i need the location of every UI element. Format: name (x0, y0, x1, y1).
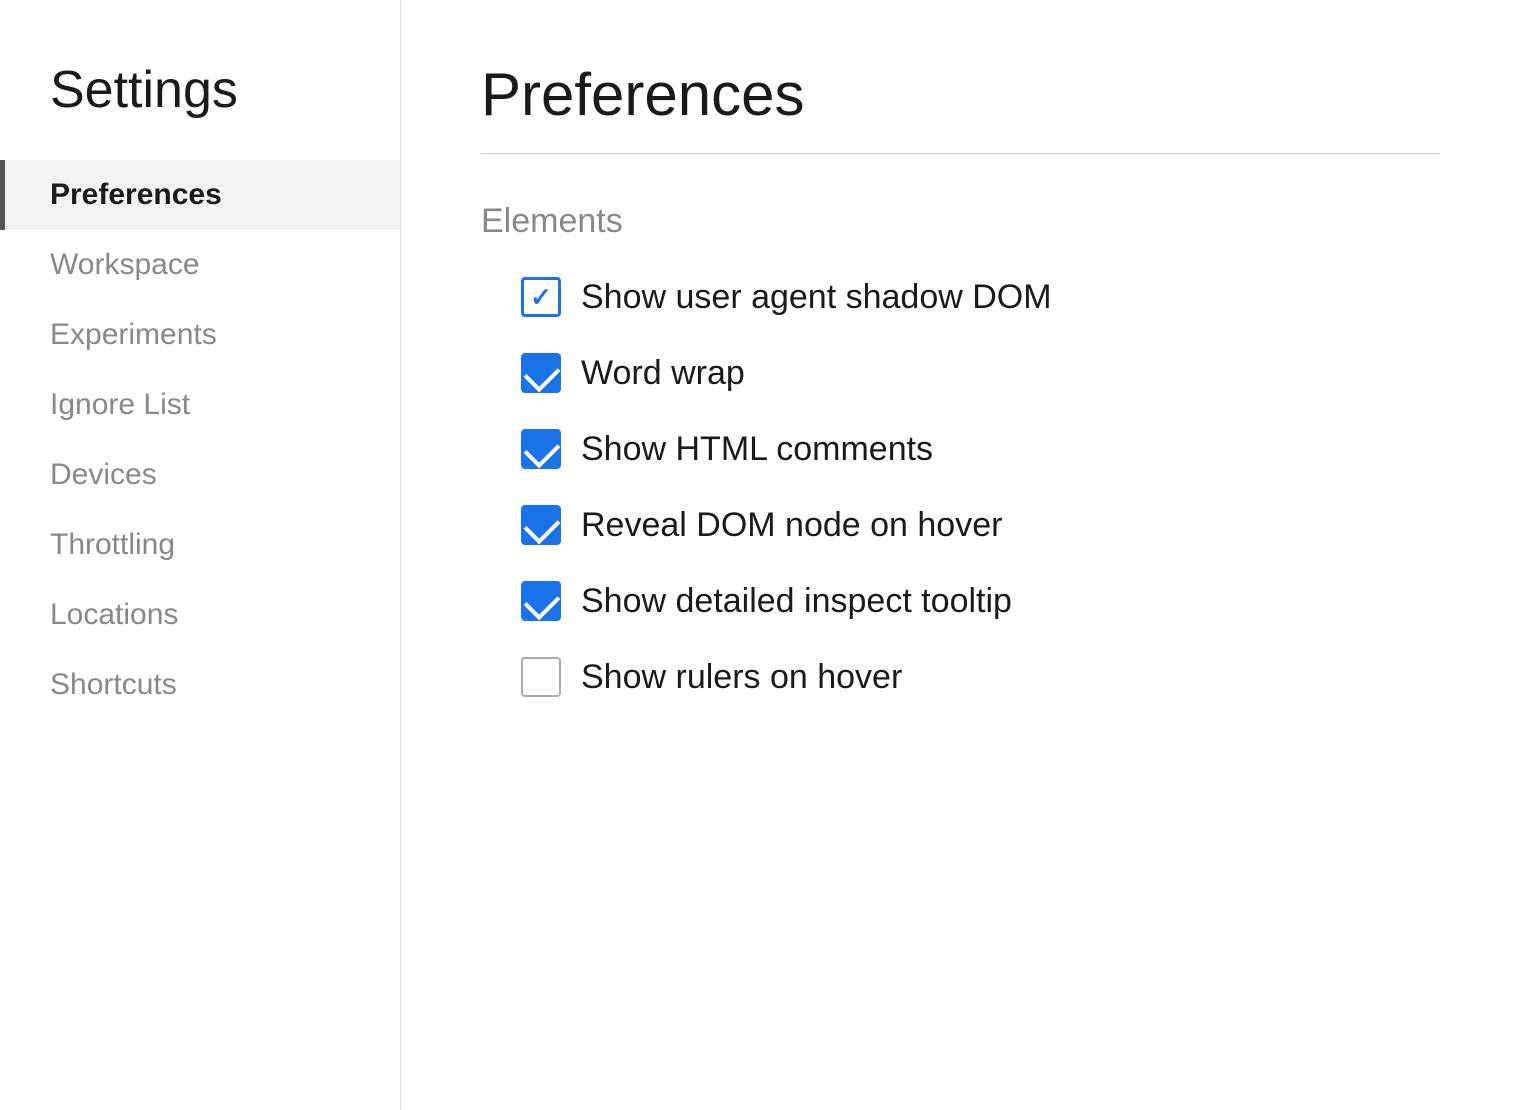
checkbox-item-rulers[interactable]: Show rulers on hover (521, 657, 1440, 697)
sidebar-item-throttling[interactable]: Throttling (0, 510, 400, 580)
checkbox-label-reveal-dom: Reveal DOM node on hover (581, 506, 1002, 545)
sidebar-item-devices[interactable]: Devices (0, 440, 400, 510)
checkbox-item-html-comments[interactable]: Show HTML comments (521, 429, 1440, 469)
sidebar-item-ignore-list[interactable]: Ignore List (0, 370, 400, 440)
checkbox-item-reveal-dom[interactable]: Reveal DOM node on hover (521, 505, 1440, 545)
sections-container: Elements Show user agent shadow DOM Word w… (481, 202, 1440, 697)
checkbox-item-shadow-dom[interactable]: Show user agent shadow DOM (521, 277, 1440, 317)
sidebar-nav: PreferencesWorkspaceExperimentsIgnore Li… (0, 160, 400, 720)
sidebar: Settings PreferencesWorkspaceExperiments… (0, 0, 400, 1110)
checkbox-reveal-dom[interactable] (521, 505, 561, 545)
checkbox-item-inspect-tooltip[interactable]: Show detailed inspect tooltip (521, 581, 1440, 621)
content-divider (481, 153, 1440, 154)
checkbox-word-wrap[interactable] (521, 353, 561, 393)
checkbox-label-inspect-tooltip: Show detailed inspect tooltip (581, 582, 1012, 621)
checkbox-list: Show user agent shadow DOM Word wrap Show … (481, 277, 1440, 697)
sidebar-item-shortcuts[interactable]: Shortcuts (0, 650, 400, 720)
checkbox-html-comments[interactable] (521, 429, 561, 469)
section-title: Elements (481, 202, 1440, 241)
checkbox-label-shadow-dom: Show user agent shadow DOM (581, 278, 1052, 317)
sidebar-item-workspace[interactable]: Workspace (0, 230, 400, 300)
section-elements: Elements Show user agent shadow DOM Word w… (481, 202, 1440, 697)
page-title: Preferences (481, 60, 1440, 129)
checkbox-inspect-tooltip[interactable] (521, 581, 561, 621)
checkbox-item-word-wrap[interactable]: Word wrap (521, 353, 1440, 393)
checkbox-shadow-dom[interactable] (521, 277, 561, 317)
sidebar-item-preferences[interactable]: Preferences (0, 160, 400, 230)
checkbox-label-html-comments: Show HTML comments (581, 430, 933, 469)
checkbox-rulers[interactable] (521, 657, 561, 697)
sidebar-item-experiments[interactable]: Experiments (0, 300, 400, 370)
checkbox-label-rulers: Show rulers on hover (581, 658, 902, 697)
checkbox-label-word-wrap: Word wrap (581, 354, 745, 393)
sidebar-title: Settings (0, 60, 400, 160)
main-content: Preferences Elements Show user agent shad… (401, 0, 1520, 1110)
sidebar-item-locations[interactable]: Locations (0, 580, 400, 650)
